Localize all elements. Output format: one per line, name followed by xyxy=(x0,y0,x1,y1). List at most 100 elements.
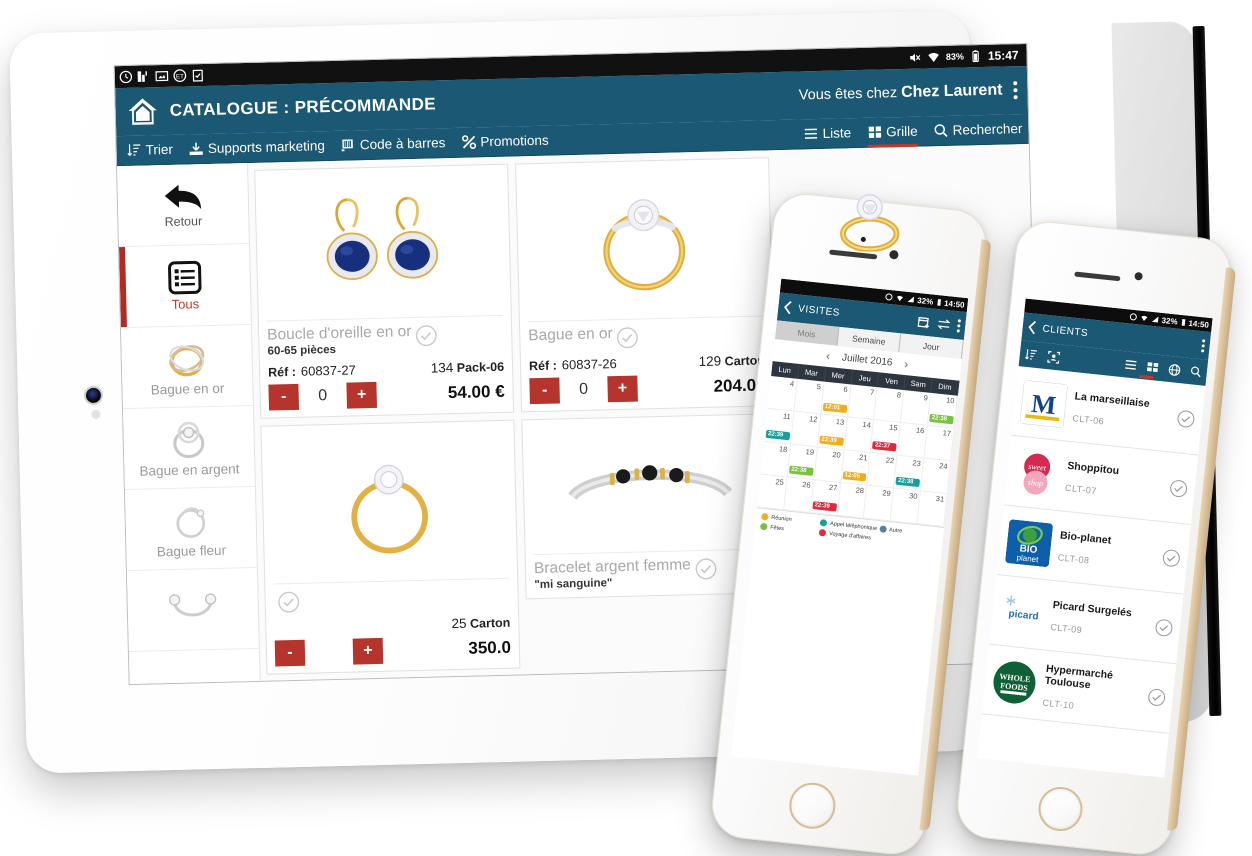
svg-text:shop: shop xyxy=(1027,477,1043,488)
calendar-day-cell[interactable]: 20 xyxy=(814,447,845,483)
calendar-event[interactable]: 22:38 xyxy=(895,476,921,488)
product-card[interactable]: Bague en or Réf : 60837-26 129 Carton - xyxy=(515,157,776,413)
calendar-day-cell[interactable]: 8 xyxy=(874,387,905,423)
bangle-thumb xyxy=(161,585,224,631)
check-circle-icon[interactable] xyxy=(1169,478,1189,498)
check-circle-icon[interactable] xyxy=(277,591,300,614)
check-circle-icon[interactable] xyxy=(1147,687,1167,707)
decrement-button[interactable]: - xyxy=(268,383,300,411)
quantity-value[interactable] xyxy=(305,652,353,653)
calendar-day-cell[interactable]: 16 xyxy=(897,422,928,459)
increment-button[interactable]: + xyxy=(346,381,378,409)
calendar-day-cell[interactable]: 19 22:38 xyxy=(787,444,818,481)
increment-button[interactable]: + xyxy=(352,637,384,665)
calendar-day-cell[interactable]: 13 22:39 xyxy=(817,414,848,451)
calendar-day-cell[interactable]: 9 xyxy=(901,390,932,426)
calendar-day-cell[interactable]: 29 xyxy=(864,485,895,522)
swap-arrows-icon[interactable] xyxy=(937,318,951,330)
calendar-event[interactable]: 22:39 xyxy=(812,501,837,512)
check-circle-icon[interactable] xyxy=(695,558,718,581)
decrement-button[interactable]: - xyxy=(529,377,560,405)
search-icon[interactable] xyxy=(1189,365,1202,378)
calendar-event[interactable]: 22:38 xyxy=(929,413,954,425)
toolbar-code-a-barres[interactable]: Code à barres xyxy=(341,128,446,161)
calendar-day-number: 9 xyxy=(923,393,929,403)
phone-home-button[interactable] xyxy=(1036,784,1085,834)
calendar-day-cell[interactable]: 4 xyxy=(767,376,798,412)
toolbar-label: Rechercher xyxy=(952,121,1023,138)
check-circle-icon[interactable] xyxy=(1176,409,1196,429)
sidebar-item-bague-en-or[interactable]: Bague en or xyxy=(120,324,253,410)
home-icon[interactable] xyxy=(127,97,158,126)
kebab-menu-icon[interactable] xyxy=(956,318,962,333)
calendar-day-cell[interactable]: 21 12:05 xyxy=(840,450,871,486)
quantity-value[interactable]: 0 xyxy=(298,387,346,406)
globe-icon[interactable] xyxy=(1167,362,1181,376)
scan-card-icon[interactable] xyxy=(1046,350,1061,364)
phone-home-button[interactable] xyxy=(787,780,838,831)
calendar-day-cell[interactable]: 31 xyxy=(917,491,948,527)
product-card[interactable]: 25 Carton - + 350.0 xyxy=(260,419,521,675)
sidebar-item-label: Tous xyxy=(171,295,200,312)
calendar-day-cell[interactable]: 10 22:38 xyxy=(927,392,959,429)
calendar-day-cell[interactable]: 14 xyxy=(844,417,875,453)
sidebar-item-bague-fleur[interactable]: Bague fleur xyxy=(124,486,257,572)
gold-diamond-ring xyxy=(351,464,428,553)
calendar-day-cell[interactable]: 18 xyxy=(760,441,791,478)
kebab-menu-icon[interactable] xyxy=(1201,338,1206,352)
kebab-menu-icon[interactable] xyxy=(1012,81,1018,100)
quantity-value[interactable]: 0 xyxy=(559,380,607,399)
back-chevron-icon[interactable] xyxy=(1027,320,1037,335)
calendar-event[interactable]: 22:38 xyxy=(788,465,814,476)
toolbar-liste[interactable]: Liste xyxy=(803,118,851,149)
calendar-day-cell[interactable]: 7 xyxy=(847,384,878,421)
calendar-event[interactable]: 12:05 xyxy=(842,471,867,482)
chevron-right-icon[interactable]: › xyxy=(904,357,909,371)
calendar-day-cell[interactable]: 11 22:39 xyxy=(764,408,795,445)
calendar-add-icon[interactable] xyxy=(917,315,931,329)
sidebar-item-bangle[interactable] xyxy=(126,567,259,653)
calendar-day-cell[interactable]: 15 22:37 xyxy=(870,420,902,456)
toolbar-rechercher[interactable]: Rechercher xyxy=(933,114,1023,146)
grid-icon[interactable] xyxy=(1146,361,1160,374)
calendar-day-cell[interactable]: 12 xyxy=(790,411,821,448)
calendar-event[interactable]: 22:39 xyxy=(765,429,791,441)
product-card[interactable]: Boucle d'oreille en or 60-65 pièces Réf … xyxy=(254,163,515,419)
calendar-day-cell[interactable]: 22 xyxy=(867,452,898,489)
calendar-event[interactable]: 22:39 xyxy=(818,435,844,446)
sidebar-item-retour[interactable]: Retour xyxy=(117,163,249,248)
calendar-day-cell[interactable]: 17 xyxy=(924,425,955,462)
sidebar-item-tous[interactable]: Tous xyxy=(119,244,251,329)
sort-icon[interactable] xyxy=(1024,347,1038,361)
back-chevron-icon[interactable] xyxy=(783,300,793,315)
calendar-event[interactable]: 12:01 xyxy=(822,402,847,414)
product-ref-row: Réf : 60837-27 134 Pack-06 xyxy=(268,359,504,380)
calendar-event[interactable]: 22:37 xyxy=(872,441,897,452)
calendar-day-cell[interactable]: 25 xyxy=(757,474,788,511)
check-circle-icon[interactable] xyxy=(1161,548,1181,568)
toolbar-trier[interactable]: Trier xyxy=(126,134,173,165)
toolbar-promotions[interactable]: Promotions xyxy=(461,125,549,157)
quantity-stepper: - 0 + 54.00 € xyxy=(268,379,505,411)
calendar-day-cell[interactable]: 26 xyxy=(783,477,815,513)
chevron-left-icon[interactable]: ‹ xyxy=(825,349,830,363)
calendar-day-cell[interactable]: 6 12:01 xyxy=(820,381,852,418)
calendar-day-cell[interactable]: 30 xyxy=(890,488,921,525)
calendar-day-cell[interactable]: 24 xyxy=(920,458,952,495)
decrement-button[interactable]: - xyxy=(274,639,306,667)
list-icon[interactable] xyxy=(1124,358,1138,371)
sidebar-item-label: Bague en argent xyxy=(139,461,240,480)
calendar-day-cell[interactable]: 28 xyxy=(837,482,868,519)
product-info: Bague en or Réf : 60837-26 129 Carton - xyxy=(520,316,774,411)
back-arrow-icon xyxy=(164,184,202,210)
increment-button[interactable]: + xyxy=(607,375,638,403)
check-circle-icon[interactable] xyxy=(1154,617,1174,637)
calendar-day-cell[interactable]: 5 xyxy=(794,378,825,415)
check-circle-icon[interactable] xyxy=(617,327,640,350)
calendar-day-cell[interactable]: 23 22:38 xyxy=(894,455,925,492)
sidebar-item-bague-en-argent[interactable]: Bague en argent xyxy=(122,405,255,491)
check-circle-icon[interactable] xyxy=(415,325,438,348)
toolbar-grille[interactable]: Grille xyxy=(867,116,918,147)
toolbar-supports-marketing[interactable]: Supports marketing xyxy=(189,131,326,164)
calendar-day-cell[interactable]: 27 22:39 xyxy=(810,480,841,516)
